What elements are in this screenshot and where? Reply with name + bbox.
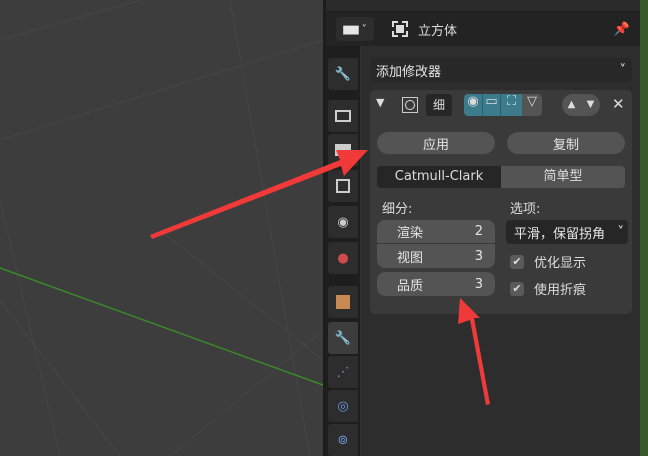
- red-arrow-bottom: [458, 298, 490, 405]
- annotation-arrows: [150, 150, 490, 405]
- red-arrow-left: [150, 150, 368, 239]
